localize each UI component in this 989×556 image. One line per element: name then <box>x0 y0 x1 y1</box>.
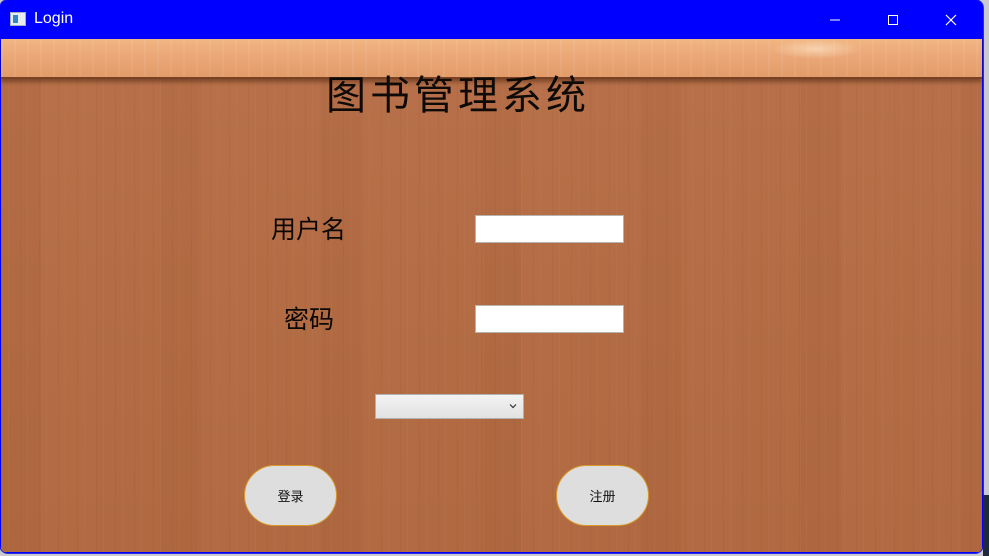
maximize-icon <box>888 14 898 25</box>
username-input[interactable] <box>475 215 624 243</box>
register-button[interactable]: 注册 <box>556 465 649 526</box>
shelf-highlight <box>771 39 861 59</box>
username-label: 用户名 <box>271 215 347 244</box>
minimize-icon <box>830 19 840 20</box>
desktop-background <box>983 495 989 556</box>
login-button[interactable]: 登录 <box>244 465 337 526</box>
maximize-button[interactable] <box>864 0 922 39</box>
password-input[interactable] <box>475 305 624 333</box>
login-window: Login 图书管理系统 用户名 密码 登录 注册 <box>0 0 983 553</box>
window-title: Login <box>34 10 74 27</box>
close-button[interactable] <box>922 0 980 39</box>
password-label: 密码 <box>284 305 335 334</box>
page-title: 图书管理系统 <box>326 73 590 119</box>
role-select[interactable] <box>375 394 524 419</box>
close-icon <box>945 14 957 25</box>
title-bar[interactable]: Login <box>0 0 983 39</box>
minimize-button[interactable] <box>806 0 864 39</box>
chevron-down-icon <box>509 404 517 409</box>
app-icon <box>10 12 26 26</box>
